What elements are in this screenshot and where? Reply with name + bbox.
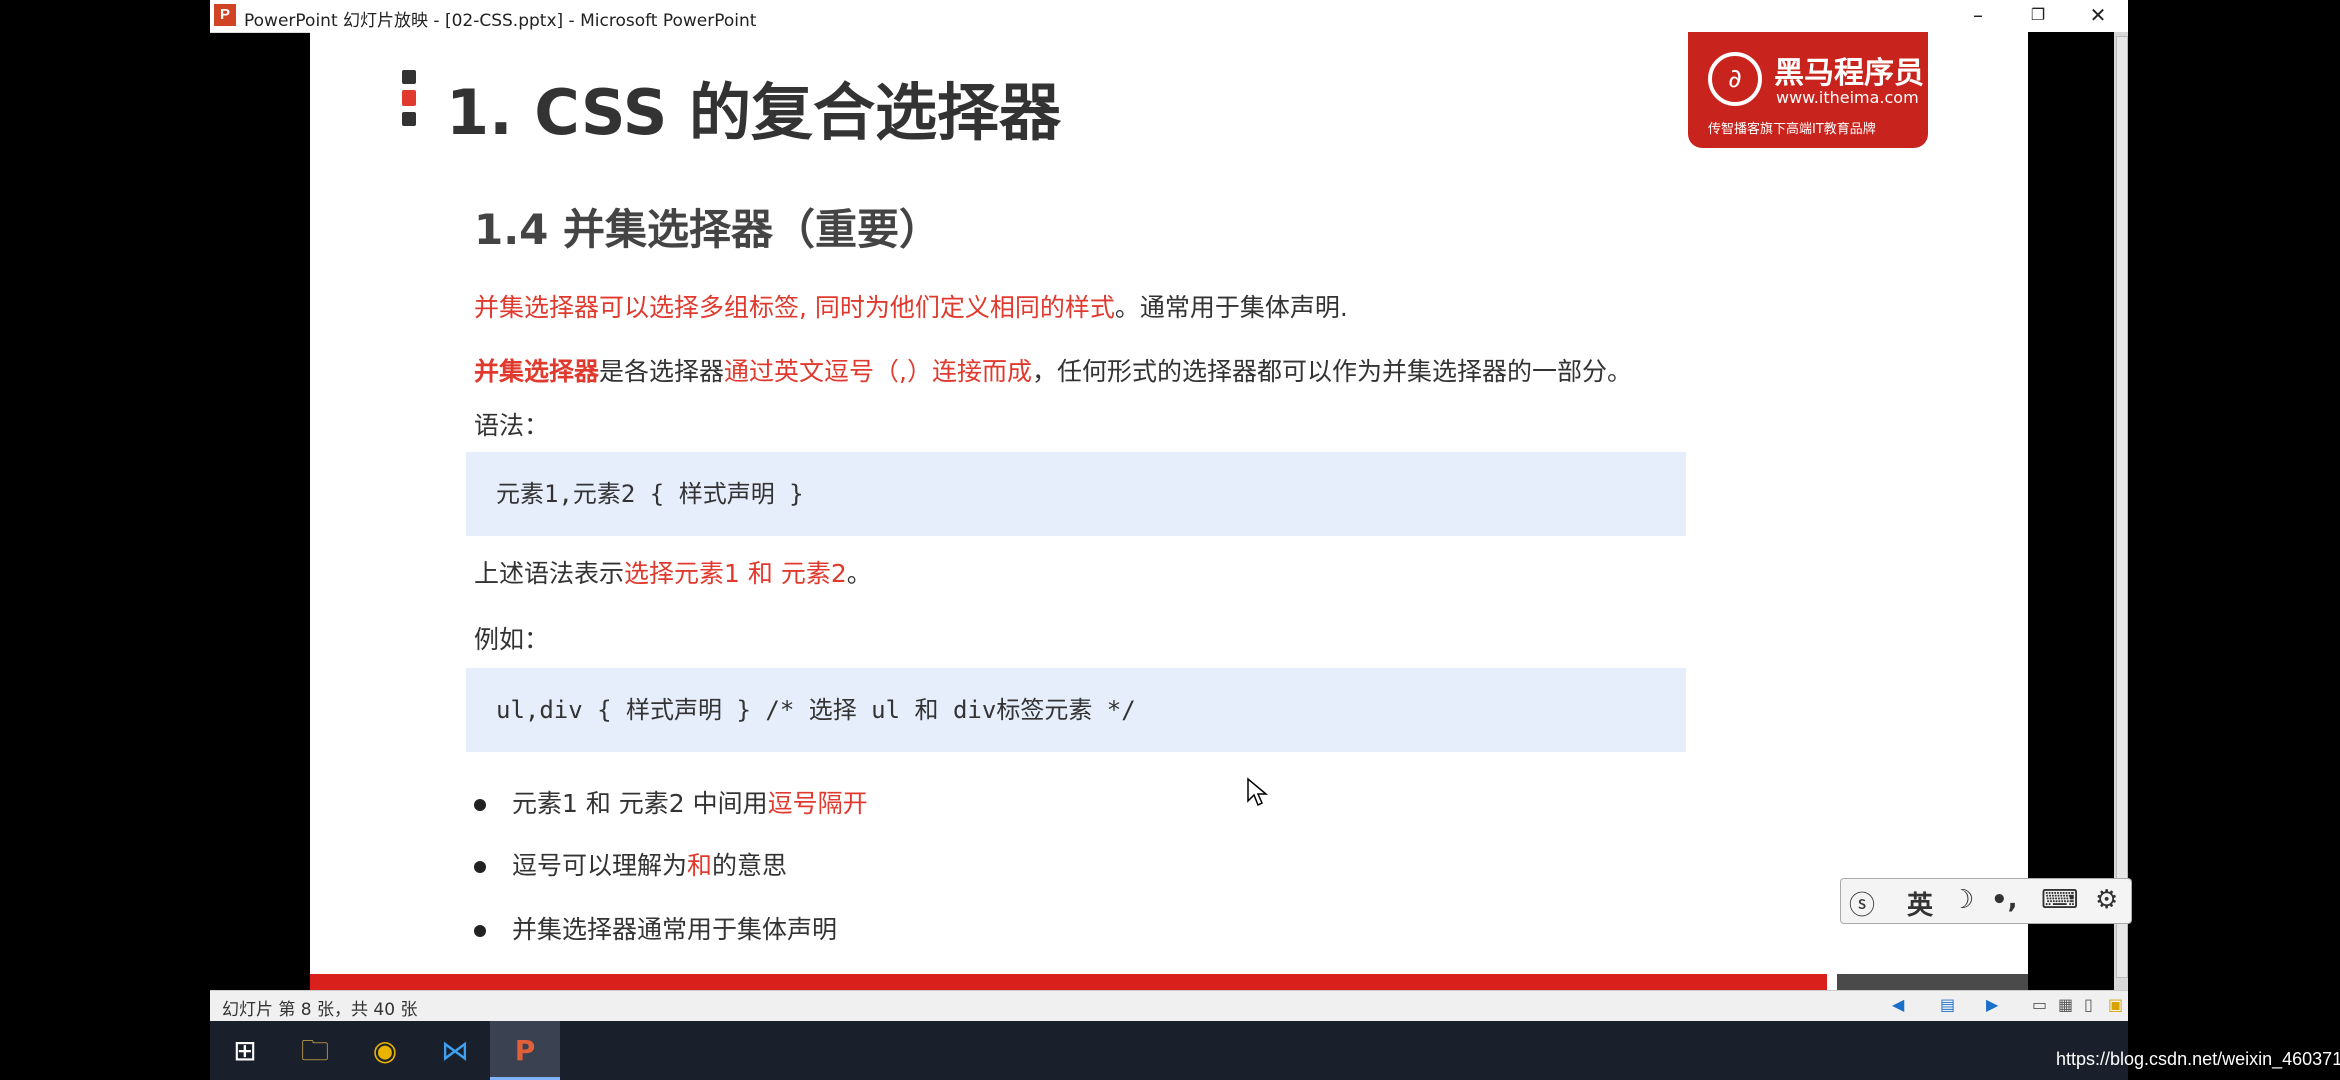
slide-footer-bar [310, 974, 1827, 990]
bullet-item: 元素1 和 元素2 中间用逗号隔开 [474, 784, 868, 820]
bullet-dot-icon [474, 861, 486, 873]
close-button[interactable]: ✕ [2068, 0, 2128, 32]
paragraph-2: 并集选择器是各选择器通过英文逗号（,）连接而成，任何形式的选择器都可以作为并集选… [474, 352, 1632, 388]
explain-line: 上述语法表示选择元素1 和 元素2。 [474, 554, 872, 590]
taskbar-vscode[interactable]: ⋈ [420, 1021, 490, 1080]
minimize-button[interactable]: – [1948, 0, 2008, 32]
powerpoint-icon: P [514, 1034, 536, 1067]
sorter-view-icon[interactable]: ▦ [2058, 995, 2073, 1014]
syntax-code-block: 元素1,元素2 { 样式声明 } [466, 452, 1686, 536]
status-bar: 幻灯片 第 8 张，共 40 张 ◀ ▤ ▶ ▭ ▦ ▯ ▣ [210, 990, 2128, 1021]
bullet-item: 并集选择器通常用于集体声明 [474, 910, 837, 946]
para1-rest: 。通常用于集体声明. [1114, 293, 1348, 322]
scrollbar-thumb[interactable] [2116, 36, 2128, 978]
section-heading: 1.4 并集选择器（重要） [474, 205, 942, 254]
keyboard-icon[interactable]: ⌨ [2041, 885, 2079, 915]
bullet-text: 并集选择器通常用于集体声明 [512, 915, 838, 944]
para2-bold: 并集选择器 [474, 357, 600, 386]
window-title: PowerPoint 幻灯片放映 - [02-CSS.pptx] - Micro… [244, 11, 757, 31]
explain-highlight: 选择元素1 和 元素2 [624, 559, 847, 588]
csdn-watermark: https://blog.csdn.net/weixin_46037153 [2056, 1049, 2340, 1069]
itheima-logo: ∂ 黑马程序员 www.itheima.com 传智播客旗下高端IT教育品牌 [1688, 32, 1928, 148]
logo-slogan: 传智播客旗下高端IT教育品牌 [1708, 122, 1876, 137]
title-bar: P PowerPoint 幻灯片放映 - [02-CSS.pptx] - Mic… [210, 0, 2128, 33]
bullet-item: 逗号可以理解为和的意思 [474, 846, 787, 882]
taskbar-explorer[interactable]: 🗀 [280, 1021, 350, 1080]
logo-url: www.itheima.com [1776, 88, 1919, 107]
mouse-cursor-icon [1247, 777, 1268, 807]
bullet-text: 逗号可以理解为 [512, 851, 688, 880]
ime-toolbar: ⓢ 英 ☽ •, ⌨ ⚙ [1840, 878, 2132, 924]
bullet-dot-icon [474, 925, 486, 937]
vscode-icon: ⋈ [441, 1034, 469, 1067]
moon-icon[interactable]: ☽ [1951, 885, 1974, 915]
right-margin [2028, 32, 2128, 990]
vertical-scrollbar[interactable] [2114, 32, 2128, 990]
slide-counter: 幻灯片 第 8 张，共 40 张 [222, 1000, 418, 1020]
reading-view-icon[interactable]: ▯ [2084, 995, 2093, 1014]
bullet-highlight: 和 [687, 851, 713, 880]
maximize-button[interactable]: ❐ [2008, 0, 2068, 32]
bullet-highlight: 逗号隔开 [767, 789, 868, 818]
minimize-icon: – [1973, 3, 1983, 27]
punctuation-icon[interactable]: •, [1991, 885, 2018, 915]
normal-view-icon[interactable]: ▭ [2032, 995, 2047, 1014]
slide-footer-bar-dark [1837, 974, 2028, 990]
maximize-icon: ❐ [2030, 5, 2046, 24]
explain-b: 。 [846, 559, 872, 588]
paragraph-1: 并集选择器可以选择多组标签, 同时为他们定义相同的样式。通常用于集体声明. [474, 288, 1348, 324]
para1-highlight: 并集选择器可以选择多组标签, 同时为他们定义相同的样式 [474, 293, 1115, 322]
windows-taskbar: ⊞ 🗀 ◉ ⋈ P [210, 1021, 2128, 1080]
previous-slide-icon[interactable]: ◀ [1892, 995, 1904, 1014]
taskbar-powerpoint[interactable]: P [490, 1021, 560, 1080]
syntax-label: 语法： [474, 411, 550, 440]
example-code-block: ul,div { 样式声明 } /* 选择 ul 和 div标签元素 */ [466, 668, 1686, 752]
next-slide-icon[interactable]: ▶ [1986, 995, 1998, 1014]
bullet-dot-icon [474, 799, 486, 811]
logo-name: 黑马程序员 [1774, 56, 1924, 91]
para2-b: ，任何形式的选择器都可以作为并集选择器的一部分。 [1031, 357, 1632, 386]
slideshow-view-icon[interactable]: ▣ [2108, 995, 2123, 1014]
sogou-logo-icon[interactable]: ⓢ [1849, 885, 1875, 922]
bullet-text: 元素1 和 元素2 中间用 [512, 789, 768, 818]
title-marker [402, 70, 416, 132]
slide-canvas[interactable]: 1. CSS 的复合选择器 ∂ 黑马程序员 www.itheima.com 传智… [310, 32, 2028, 990]
para2-a: 是各选择器 [599, 357, 725, 386]
bullet-text-tail: 的意思 [712, 851, 788, 880]
taskbar-chrome[interactable]: ◉ [350, 1021, 420, 1080]
explain-a: 上述语法表示 [474, 559, 625, 588]
chrome-icon: ◉ [372, 1034, 398, 1067]
start-button[interactable]: ⊞ [210, 1021, 280, 1080]
ime-language-toggle[interactable]: 英 [1907, 885, 1933, 922]
windows-start-icon: ⊞ [233, 1034, 257, 1067]
close-icon: ✕ [2089, 3, 2107, 27]
slide-title: 1. CSS 的复合选择器 [446, 76, 1062, 149]
gear-icon[interactable]: ⚙ [2095, 885, 2118, 915]
powerpoint-app-icon[interactable]: P [214, 4, 236, 26]
notes-icon[interactable]: ▤ [1940, 995, 1955, 1014]
para2-highlight: 通过英文逗号（,）连接而成 [724, 357, 1032, 386]
horse-logo-icon: ∂ [1708, 52, 1762, 106]
example-label: 例如： [474, 625, 550, 654]
file-explorer-icon: 🗀 [300, 1034, 329, 1067]
